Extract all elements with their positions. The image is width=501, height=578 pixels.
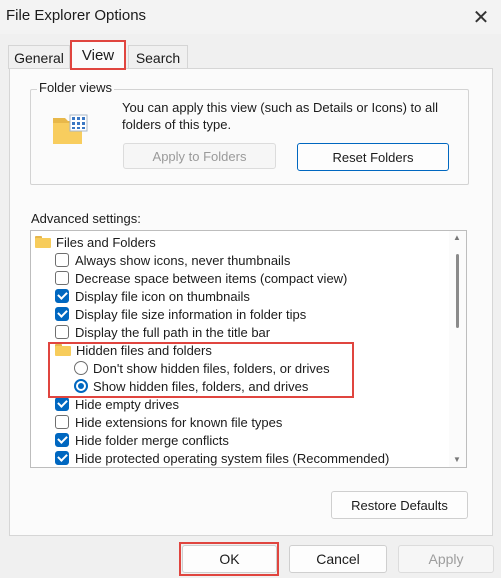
reset-folders-button[interactable]: Reset Folders [297,143,449,171]
checkbox-unchecked-icon[interactable] [55,271,69,285]
close-icon[interactable]: ✕ [464,2,498,32]
tab-search[interactable]: Search [128,45,188,69]
highlight-annotation [48,342,354,398]
restore-defaults-button[interactable]: Restore Defaults [331,491,468,519]
checkbox-unchecked-icon[interactable] [55,325,69,339]
checkbox-unchecked-icon[interactable] [55,253,69,267]
setting-label: Hide protected operating system files (R… [75,450,390,466]
tree-folder-files-and-folders: Files and Folders [35,233,156,251]
tree-item-label: Files and Folders [56,234,156,250]
setting-always-show-icons[interactable]: Always show icons, never thumbnails [55,251,290,269]
folder-views-label: Folder views [37,80,114,95]
setting-label: Hide empty drives [75,396,180,412]
setting-label: Display the full path in the title bar [75,324,271,340]
setting-label: Display file icon on thumbnails [75,288,250,304]
checkbox-checked-icon[interactable] [55,307,69,321]
checkbox-unchecked-icon[interactable] [55,415,69,429]
checkbox-checked-icon[interactable] [55,433,69,447]
setting-display-file-size[interactable]: Display file size information in folder … [55,305,306,323]
setting-label: Hide extensions for known file types [75,414,283,430]
apply-to-folders-button[interactable]: Apply to Folders [123,143,276,169]
setting-label: Always show icons, never thumbnails [75,252,291,268]
folder-grid-icon [53,114,88,144]
advanced-settings-label: Advanced settings: [31,211,141,226]
setting-label: Decrease space between items (compact vi… [75,270,348,286]
setting-display-file-icon[interactable]: Display file icon on thumbnails [55,287,250,305]
folder-views-description: You can apply this view (such as Details… [122,100,439,132]
setting-hide-merge-conflicts[interactable]: Hide folder merge conflicts [55,431,229,449]
cancel-button[interactable]: Cancel [289,545,387,573]
window-title: File Explorer Options [6,7,147,24]
setting-hide-protected-os-files[interactable]: Hide protected operating system files (R… [55,449,389,467]
scroll-thumb[interactable] [456,254,459,328]
folder-icon [35,236,51,248]
setting-label: Display file size information in folder … [75,306,307,322]
setting-label: Hide folder merge conflicts [75,432,229,448]
setting-full-path-title[interactable]: Display the full path in the title bar [55,323,270,341]
scroll-down-icon[interactable]: ▼ [453,455,461,464]
checkbox-checked-icon[interactable] [55,289,69,303]
scroll-up-icon[interactable]: ▲ [453,233,461,242]
apply-button[interactable]: Apply [398,545,494,573]
tab-general[interactable]: General [8,45,70,69]
tab-view[interactable]: View [70,40,126,70]
setting-decrease-space[interactable]: Decrease space between items (compact vi… [55,269,347,287]
checkbox-checked-icon[interactable] [55,397,69,411]
setting-hide-extensions[interactable]: Hide extensions for known file types [55,413,282,431]
ok-highlight-annotation [179,542,279,576]
checkbox-checked-icon[interactable] [55,451,69,465]
